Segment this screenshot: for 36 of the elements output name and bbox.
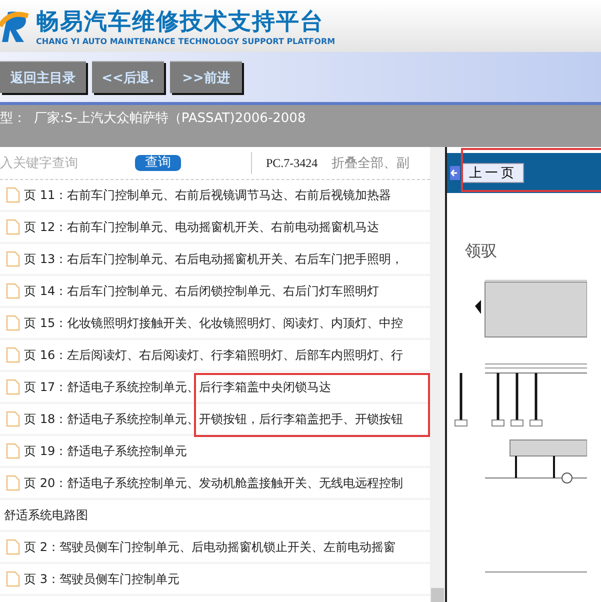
document-icon <box>6 347 20 363</box>
page-entry-link[interactable]: 页 20：舒适电子系统控制单元、发动机舱盖接触开关、无线电远程控制 <box>24 474 404 492</box>
document-icon <box>6 539 20 555</box>
document-icon <box>6 251 20 267</box>
previous-page-button[interactable]: 上一页 <box>462 163 524 183</box>
page-entry-link[interactable]: 页 11：右前车门控制单元、右前后视镜调节马达、右前后视镜加热器 <box>24 186 392 204</box>
platform-subtitle: CHANG YI AUTO MAINTENANCE TECHNOLOGY SUPPORT PLATFORM <box>36 37 336 46</box>
page-entry-link[interactable]: 页 2：驾驶员侧车门控制单元、后电动摇窗机锁止开关、左前电动摇窗 <box>24 538 396 556</box>
page-entry-link[interactable]: 页 3：驾驶员侧车门控制单元 <box>24 570 180 588</box>
scrollbar-thumb[interactable] <box>431 588 444 602</box>
page-entry-link[interactable]: 页 14：右后车门控制单元、右后闭锁控制单元、右后门灯车照明灯 <box>24 282 380 300</box>
page-entry-link[interactable]: 页 17：舒适电子系统控制单元、后行李箱盖中央闭锁马达 <box>24 378 332 396</box>
document-code: PC.7-3424 <box>266 156 318 170</box>
page-entry-link[interactable]: 页 15：化妆镜照明灯接触开关、化妆镜照明灯、阅读灯、内顶灯、中控 <box>24 314 404 332</box>
section-heading[interactable]: 舒适系统电路图 <box>4 506 88 524</box>
page-entry-link[interactable]: 页 19：舒适电子系统控制单元 <box>24 442 188 460</box>
collapse-all-link[interactable]: 折叠全部、副 <box>332 154 410 172</box>
page-entry-link[interactable]: 页 16：左后阅读灯、右后阅读灯、行李箱照明灯、后部车内照明灯、行 <box>24 346 404 364</box>
page-entry-link[interactable]: 页 12：右前车门控制单元、电动摇窗机开关、右前电动摇窗机马达 <box>24 218 380 236</box>
model-label: 型： <box>0 110 26 128</box>
document-icon <box>6 219 20 235</box>
document-icon <box>6 443 20 459</box>
diagram-heading: 领驭 <box>465 241 498 262</box>
document-icon <box>6 187 20 203</box>
model-name: 厂家:S-上汽大众帕萨特（PASSAT)2006-2008 <box>34 110 306 128</box>
left-arrow-icon <box>450 166 460 180</box>
page-entry-link[interactable]: 页 18：舒适电子系统控制单元、开锁按钮，后行李箱盖把手、开锁按钮 <box>24 410 404 428</box>
search-button[interactable]: 查询 <box>135 155 181 171</box>
document-icon <box>6 475 20 491</box>
document-icon <box>6 315 20 331</box>
page-entry-link[interactable]: 页 13：右后车门控制单元、右后电动摇窗机开关、右后车门把手照明， <box>24 250 404 268</box>
platform-title: 畅易汽车维修技术支持平台 <box>36 8 325 37</box>
document-icon <box>6 379 20 395</box>
document-icon <box>6 283 20 299</box>
document-icon <box>6 411 20 427</box>
document-icon <box>6 571 20 587</box>
